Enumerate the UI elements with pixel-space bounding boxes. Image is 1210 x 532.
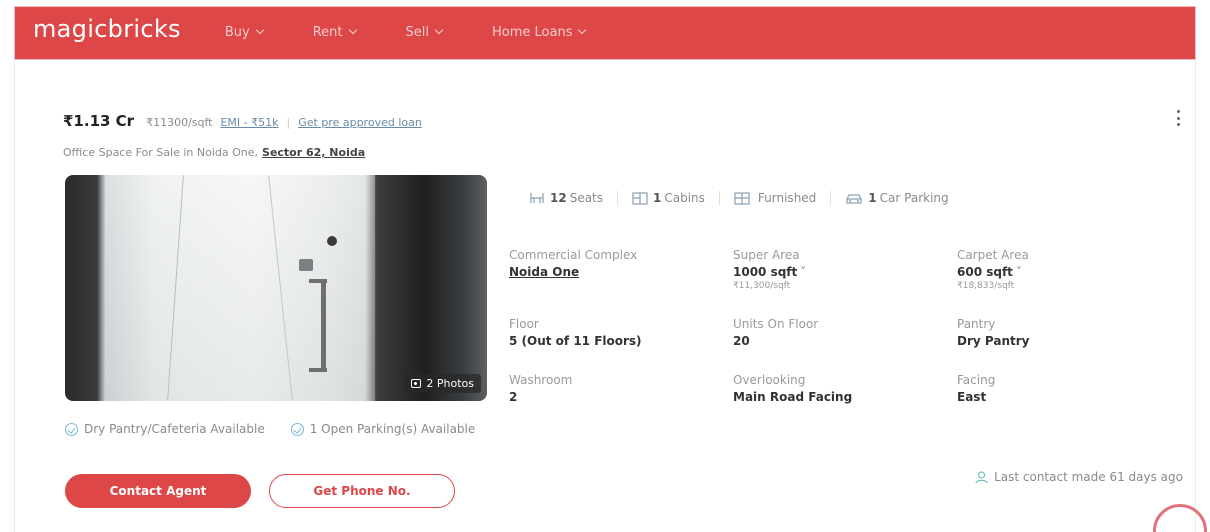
chevron-down-icon: ˅ (1015, 265, 1022, 279)
spec-subvalue: ₹18,833/sqft (957, 281, 1015, 291)
spec-washroom: Washroom 2 (509, 373, 729, 404)
spec-value: Dry Pantry (957, 334, 1030, 348)
amenity-label: Cabins (664, 191, 705, 205)
commercial-complex-link[interactable]: Noida One (509, 265, 729, 279)
spec-label: Carpet Area (957, 248, 1029, 262)
photo-count-badge[interactable]: 2 Photos (404, 374, 481, 393)
furnished-icon (734, 191, 750, 205)
amenity-seats: 12 Seats (529, 191, 603, 205)
spec-label: Washroom (509, 373, 573, 387)
amenity-label: Seats (569, 191, 604, 205)
highlight-open-parking: 1 Open Parking(s) Available (290, 422, 476, 436)
highlight-dry-pantry: Dry Pantry/Cafeteria Available (65, 422, 265, 436)
door-image-area (105, 175, 375, 401)
price-per-sqft: ₹11300/sqft (146, 116, 213, 129)
amenities-row: 12 Seats 1 Cabins Furnished 1 Car Parking (529, 191, 949, 205)
highlight-text: Dry Pantry/Cafeteria Available (84, 422, 265, 436)
last-contact-info: Last contact made 61 days ago (975, 470, 1183, 484)
amenity-cabins: 1 Cabins (632, 191, 705, 205)
spec-label: Pantry (957, 317, 996, 331)
price-row: ₹1.13 Cr ₹11300/sqft EMI - ₹51k | Get pr… (63, 112, 422, 130)
spec-value: Main Road Facing (733, 390, 853, 404)
spec-label: Floor (509, 317, 539, 331)
page: magicbricks Buy Rent Sell Home Loans ₹1.… (0, 0, 1210, 532)
main-nav: Buy Rent Sell Home Loans (225, 25, 636, 40)
seats-icon (530, 192, 544, 203)
amenity-count: 12 (550, 191, 567, 205)
nav-buy[interactable]: Buy (224, 24, 264, 40)
pre-approved-loan-link[interactable]: Get pre approved loan (298, 116, 422, 129)
spec-floor: Floor 5 (Out of 11 Floors) (509, 317, 729, 348)
property-subtitle: Office Space For Sale in Noida One, Secto… (63, 146, 365, 159)
cabin-icon (632, 191, 648, 205)
property-photo[interactable]: 2 Photos (65, 175, 487, 401)
spec-overlooking: Overlooking Main Road Facing (733, 373, 953, 404)
chevron-down-icon (578, 25, 587, 35)
spec-value: 2 (509, 390, 518, 404)
spec-label: Units On Floor (733, 317, 819, 331)
separator: | (286, 116, 291, 129)
contact-agent-button[interactable]: Contact Agent (65, 474, 251, 508)
spec-subvalue: ₹11,300/sqft (733, 281, 791, 291)
chevron-down-icon (434, 25, 444, 35)
super-area-value[interactable]: 1000 sqft ˅ (733, 265, 953, 279)
spec-pantry: Pantry Dry Pantry (957, 317, 1177, 348)
chevron-down-icon (348, 25, 357, 35)
spec-value: 5 (Out of 11 Floors) (509, 334, 642, 348)
subtitle-text: Office Space For Sale in Noida One, (63, 146, 259, 159)
amenity-car-parking: 1 Car Parking (845, 191, 949, 205)
highlights-row: Dry Pantry/Cafeteria Available 1 Open Pa… (65, 422, 501, 436)
photo-icon (411, 379, 422, 388)
last-contact-text: Last contact made 61 days ago (994, 470, 1183, 484)
carpet-area-value[interactable]: 600 sqft ˅ (957, 265, 1177, 279)
spec-value: 1000 sqft (733, 265, 798, 279)
price: ₹1.13 Cr (63, 112, 135, 130)
spec-facing: Facing East (957, 373, 1177, 404)
top-navbar: magicbricks Buy Rent Sell Home Loans (14, 6, 1196, 60)
spec-commercial-complex: Commercial Complex Noida One (509, 248, 729, 279)
spec-label: Super Area (733, 248, 800, 262)
car-icon (846, 193, 862, 204)
spec-value: 20 (733, 334, 750, 348)
spec-value: East (957, 390, 987, 404)
nav-label: Buy (224, 24, 250, 40)
spec-label: Facing (957, 373, 996, 387)
nav-sell[interactable]: Sell (405, 24, 444, 40)
amenity-furnished: Furnished (734, 191, 816, 205)
nav-home-loans[interactable]: Home Loans (492, 24, 587, 40)
nav-rent[interactable]: Rent (312, 24, 357, 40)
nav-label: Rent (312, 24, 343, 40)
property-card: ₹1.13 Cr ₹11300/sqft EMI - ₹51k | Get pr… (14, 60, 1207, 532)
spec-label: Overlooking (733, 373, 806, 387)
amenity-label: Car Parking (879, 191, 949, 205)
floating-action-ring[interactable] (1153, 504, 1207, 532)
amenity-count: 1 (653, 191, 662, 205)
spec-units-on-floor: Units On Floor 20 (733, 317, 953, 348)
spec-carpet-area: Carpet Area 600 sqft ˅ ₹18,833/sqft (957, 248, 1177, 291)
locality-link[interactable]: Sector 62, Noida (262, 146, 365, 159)
get-phone-button[interactable]: Get Phone No. (269, 474, 455, 508)
check-circle-icon (290, 422, 304, 436)
photo-count-label: 2 Photos (426, 377, 474, 390)
amenity-label: Furnished (757, 191, 817, 205)
spec-super-area: Super Area 1000 sqft ˅ ₹11,300/sqft (733, 248, 953, 291)
user-icon (975, 470, 988, 483)
nav-label: Home Loans (492, 24, 573, 40)
magicbricks-logo[interactable]: magicbricks (33, 15, 181, 43)
spec-value: 600 sqft (957, 265, 1013, 279)
nav-label: Sell (405, 24, 429, 40)
chevron-down-icon: ˅ (800, 265, 807, 279)
emi-link[interactable]: EMI - ₹51k (220, 116, 278, 129)
highlight-text: 1 Open Parking(s) Available (309, 422, 476, 436)
spec-label: Commercial Complex (509, 248, 638, 262)
amenity-count: 1 (868, 191, 877, 205)
chevron-down-icon (255, 25, 264, 35)
check-circle-icon (65, 422, 78, 436)
more-options-icon[interactable] (1177, 110, 1181, 126)
